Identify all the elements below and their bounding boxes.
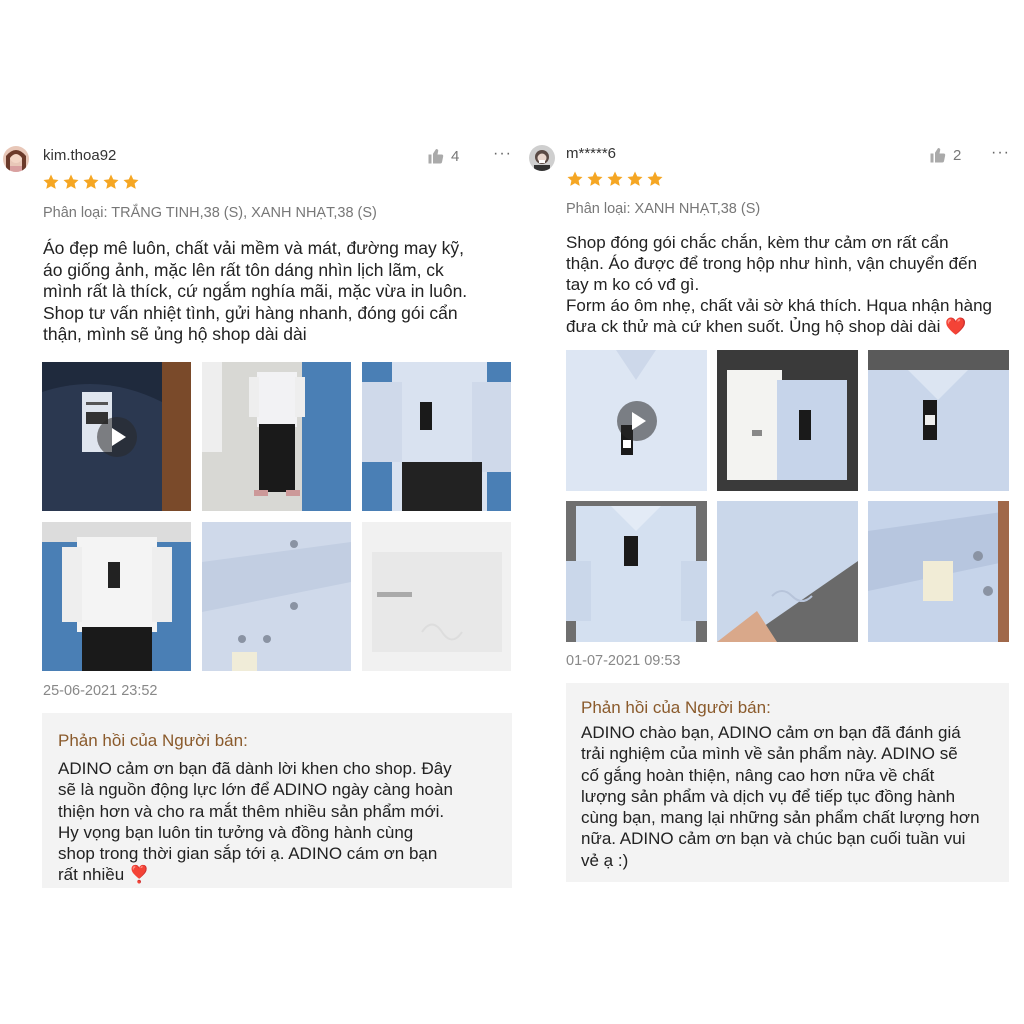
like-button[interactable]: 2 [929, 146, 961, 164]
like-count: 4 [451, 147, 460, 165]
seller-reply-text: ADINO chào bạn, ADINO cảm ơn bạn đã đánh… [581, 723, 980, 870]
review-video-thumbnail[interactable] [566, 350, 707, 491]
seller-reply-title: Phản hồi của Người bán: [581, 698, 771, 717]
review-photo[interactable] [42, 522, 191, 671]
variant-label: Phân loại: XANH NHẠT,38 (S) [566, 201, 761, 217]
star-icon [83, 174, 99, 189]
thumbs-up-icon [428, 149, 444, 164]
review-video-thumbnail[interactable] [42, 362, 191, 511]
more-dots-icon[interactable]: ··· [493, 145, 512, 163]
star-rating [42, 173, 140, 191]
thumbs-up-icon [930, 148, 946, 163]
like-count: 2 [953, 146, 962, 164]
avatar[interactable] [529, 145, 555, 171]
review-photo[interactable] [362, 522, 511, 671]
seller-reply-text: ADINO cảm ơn bạn đã dành lời khen cho sh… [58, 759, 453, 885]
seller-reply: Phản hồi của Người bán: ADINO chào bạn, … [566, 683, 1009, 882]
star-icon [607, 171, 623, 186]
review-photo[interactable] [202, 362, 351, 511]
like-button[interactable]: 4 [427, 147, 459, 165]
review-text: Áo đẹp mê luôn, chất vải mềm và mát, đườ… [43, 238, 468, 344]
play-icon[interactable] [616, 400, 657, 441]
review-photo[interactable] [868, 501, 1009, 642]
star-icon [567, 171, 583, 186]
review-photo[interactable] [868, 350, 1009, 491]
star-icon [43, 174, 59, 189]
review-photo[interactable] [362, 362, 511, 511]
variant-label: Phân loại: TRẮNG TINH,38 (S), XANH NHẠT,… [43, 205, 377, 221]
review-date: 01-07-2021 09:53 [566, 653, 681, 669]
review-date: 25-06-2021 23:52 [43, 683, 158, 699]
more-dots-icon[interactable]: ··· [991, 144, 1010, 162]
avatar[interactable] [3, 146, 29, 172]
star-icon [103, 174, 119, 189]
review-photo[interactable] [717, 501, 858, 642]
reviewer-username[interactable]: kim.thoa92 [43, 147, 116, 164]
review-photo[interactable] [202, 522, 351, 671]
star-rating [566, 170, 664, 188]
star-icon [647, 171, 663, 186]
review-photo[interactable] [566, 501, 707, 642]
play-icon[interactable] [96, 416, 137, 457]
seller-reply-title: Phản hồi của Người bán: [58, 731, 248, 750]
star-icon [63, 174, 79, 189]
seller-reply: Phản hồi của Người bán: ADINO cảm ơn bạn… [42, 713, 512, 888]
star-icon [587, 171, 603, 186]
star-icon [123, 174, 139, 189]
star-icon [627, 171, 643, 186]
review-text: Shop đóng gói chắc chắn, kèm thư cảm ơn … [566, 233, 993, 336]
review-photo[interactable] [717, 350, 858, 491]
reviewer-username[interactable]: m*****6 [566, 145, 616, 162]
